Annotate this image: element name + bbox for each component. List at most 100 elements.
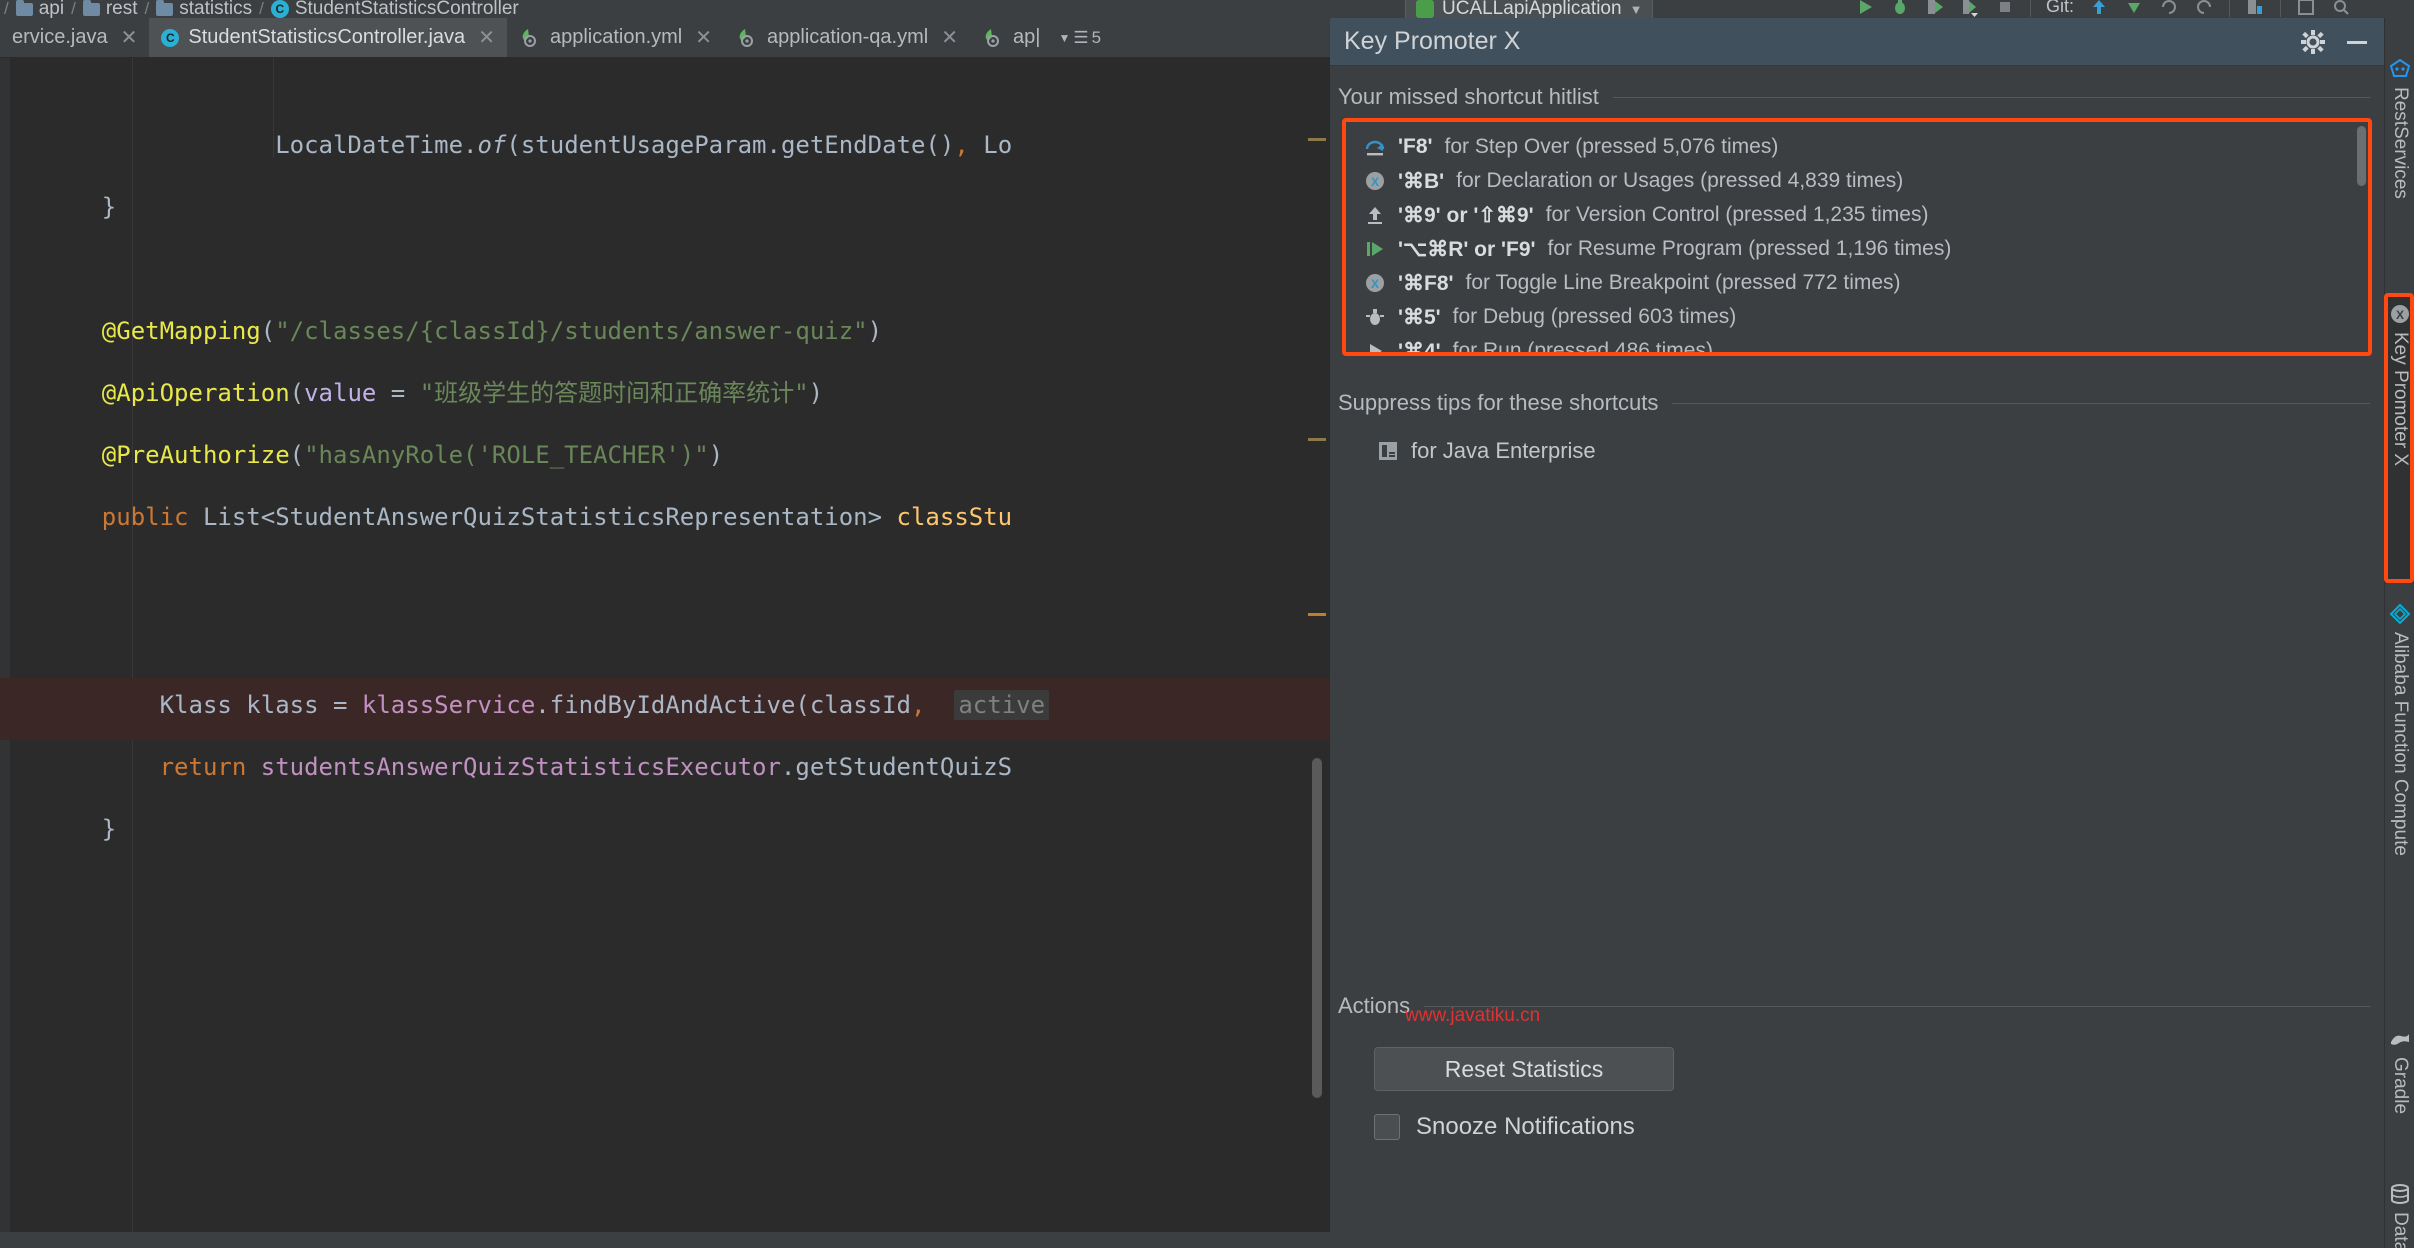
- right-tool-rail: RestServices X Key Promoter X Alibaba Funct…: [2384, 18, 2414, 1248]
- tab-overflow-button[interactable]: ▼ ☰ 5: [1052, 18, 1107, 57]
- breadcrumb-item-api[interactable]: api: [15, 0, 65, 18]
- folder-icon: [156, 0, 174, 16]
- snooze-checkbox[interactable]: [1374, 1114, 1400, 1140]
- list-scrollbar[interactable]: [2357, 126, 2366, 186]
- suppress-section-label: Suppress tips for these shortcuts: [1338, 390, 1659, 415]
- breadcrumb-item-statistics[interactable]: statistics: [156, 0, 252, 18]
- chevron-down-icon: ▼: [1629, 1, 1643, 17]
- code-line: @GetMapping("/classes/{classId}/students…: [101, 317, 883, 345]
- editor-bottom-bar: [0, 1232, 1330, 1248]
- minimize-icon[interactable]: [2344, 29, 2370, 55]
- breadcrumb-label: api: [38, 0, 65, 18]
- key-promoter-x-header: Key Promoter X: [1330, 18, 2384, 66]
- editor-tab-bar: ervice.java ✕ C StudentStatisticsControl…: [0, 18, 1330, 58]
- missed-shortcut-list[interactable]: 'F8' for Step Over (pressed 5,076 times) X…: [1346, 122, 2368, 352]
- shortcut-description: for Debug (pressed 603 times): [1452, 305, 1737, 328]
- hitlist-highlight-box: 'F8' for Step Over (pressed 5,076 times) X…: [1342, 118, 2372, 356]
- shortcut-keys: '⌘5': [1398, 305, 1441, 329]
- editor-marker[interactable]: [1308, 613, 1326, 616]
- editor-scrollbar[interactable]: [1312, 758, 1322, 1098]
- run-with-coverage-icon[interactable]: [1925, 0, 1945, 17]
- missed-shortcut-item[interactable]: '⌘9' or '⇧⌘9' for Version Control (presse…: [1346, 198, 2368, 232]
- chevron-down-icon: ▼: [1058, 30, 1071, 45]
- update-project-icon[interactable]: [2089, 0, 2109, 17]
- missed-shortcut-item[interactable]: X '⌘F8' for Toggle Line Breakpoint (presse…: [1346, 266, 2368, 300]
- debug-icon[interactable]: [1890, 0, 1910, 17]
- key-promoter-x-panel: Key Promoter X Your missed shortcut hitl…: [1330, 18, 2384, 1248]
- external-window-icon[interactable]: [2296, 0, 2316, 17]
- section-divider: [1424, 1005, 2370, 1007]
- missed-shortcut-item[interactable]: '⌘5' for Debug (pressed 603 times): [1346, 300, 2368, 334]
- editor-tab-0[interactable]: ervice.java ✕: [0, 18, 149, 57]
- rail-item-restservices[interactable]: RestServices: [2385, 58, 2414, 199]
- rail-item-key-promoter-x[interactable]: X Key Promoter X: [2385, 303, 2414, 466]
- gradle-icon: [2389, 1028, 2411, 1050]
- commit-icon[interactable]: [2124, 0, 2144, 17]
- snooze-notifications-row[interactable]: Snooze Notifications: [1330, 1091, 2384, 1141]
- close-icon[interactable]: ✕: [478, 25, 495, 50]
- run-configuration-selector[interactable]: UCALLapiApplication ▼: [1405, 0, 1654, 18]
- section-divider: [1612, 96, 2370, 98]
- folder-icon: [82, 0, 100, 16]
- breadcrumb-label: rest: [105, 0, 138, 18]
- java-enterprise-icon: [1376, 439, 1400, 463]
- rail-item-database[interactable]: Database: [2385, 1183, 2414, 1248]
- folder-icon: [15, 0, 33, 16]
- code-editor[interactable]: LocalDateTime.of(studentUsageParam.getEn…: [0, 58, 1330, 1248]
- editor-tab-label: ap|: [1012, 26, 1041, 48]
- rail-item-gradle[interactable]: Gradle: [2385, 1028, 2414, 1114]
- suppress-list-item[interactable]: for Java Enterprise: [1330, 424, 2384, 464]
- editor-tab-4[interactable]: ap|: [970, 18, 1052, 57]
- breadcrumb-separator: /: [259, 0, 264, 18]
- project-structure-icon[interactable]: [2245, 0, 2265, 17]
- shortcut-keys: '⌘B': [1398, 169, 1445, 193]
- rest-services-icon: [2389, 58, 2411, 80]
- editor-tab-1[interactable]: C StudentStatisticsController.java ✕: [149, 18, 507, 57]
- missed-shortcut-item[interactable]: X '⌘B' for Declaration or Usages (pressed …: [1346, 164, 2368, 198]
- toolbar-actions: Git:: [1855, 0, 2351, 17]
- rail-item-alibaba-function-compute[interactable]: Alibaba Function Compute: [2385, 603, 2414, 856]
- undo-icon[interactable]: [2159, 0, 2179, 17]
- code-line: LocalDateTime.of(studentUsageParam.getEn…: [275, 131, 1013, 159]
- gear-icon[interactable]: [2300, 29, 2326, 55]
- breakpoint-icon: X: [1364, 272, 1386, 294]
- code-line: @PreAuthorize("hasAnyRole('ROLE_TEACHER'…: [101, 441, 724, 469]
- declaration-icon: X: [1364, 170, 1386, 192]
- breadcrumb-label: statistics: [179, 0, 253, 18]
- editor-marker[interactable]: [1308, 138, 1326, 141]
- snooze-label: Snooze Notifications: [1416, 1113, 1635, 1140]
- toolbar-divider: [2030, 0, 2031, 17]
- editor-tab-label: StudentStatisticsController.java: [188, 26, 466, 48]
- missed-shortcut-item[interactable]: '⌘4' for Run (pressed 486 times): [1346, 334, 2368, 352]
- code-line: return studentsAnswerQuizStatisticsExecu…: [159, 753, 1013, 781]
- editor-marker[interactable]: [1308, 438, 1326, 441]
- stop-icon[interactable]: [1995, 0, 2015, 17]
- breadcrumb-separator: /: [4, 0, 9, 18]
- editor-tab-2[interactable]: application.yml ✕: [507, 18, 724, 57]
- reset-statistics-button[interactable]: Reset Statistics: [1374, 1047, 1674, 1091]
- editor-tab-label: application-qa.yml: [767, 26, 929, 48]
- missed-shortcut-item[interactable]: '⌥⌘R' or 'F9' for Resume Program (pressed…: [1346, 232, 2368, 266]
- search-icon[interactable]: [2331, 0, 2351, 17]
- profile-icon[interactable]: [1960, 0, 1980, 17]
- hitlist-section-header: Your missed shortcut hitlist: [1330, 66, 2384, 118]
- close-icon[interactable]: ✕: [121, 25, 138, 50]
- section-divider: [1672, 402, 2370, 404]
- breadcrumb-item-rest[interactable]: rest: [82, 0, 138, 18]
- toolbar-divider: [2229, 0, 2231, 17]
- editor-tab-label: application.yml: [549, 26, 683, 48]
- run-icon[interactable]: [1855, 0, 1875, 17]
- shortcut-description: for Run (pressed 486 times): [1452, 339, 1713, 352]
- breadcrumb-label: StudentStatisticsController: [294, 0, 519, 18]
- breadcrumb: / api / rest / statistics / C StudentSta…: [0, 0, 519, 18]
- svg-text:X: X: [1371, 277, 1379, 291]
- shortcut-description: for Declaration or Usages (pressed 4,839…: [1456, 169, 1904, 192]
- redo-icon[interactable]: [2194, 0, 2214, 17]
- missed-shortcut-item[interactable]: 'F8' for Step Over (pressed 5,076 times): [1346, 130, 2368, 164]
- breadcrumb-item-class[interactable]: C StudentStatisticsController: [270, 0, 519, 18]
- database-icon: [2389, 1183, 2411, 1205]
- close-icon[interactable]: ✕: [941, 25, 958, 50]
- close-icon[interactable]: ✕: [695, 25, 712, 50]
- shortcut-description: for Version Control (pressed 1,235 times…: [1545, 203, 1929, 226]
- editor-tab-3[interactable]: application-qa.yml ✕: [724, 18, 970, 57]
